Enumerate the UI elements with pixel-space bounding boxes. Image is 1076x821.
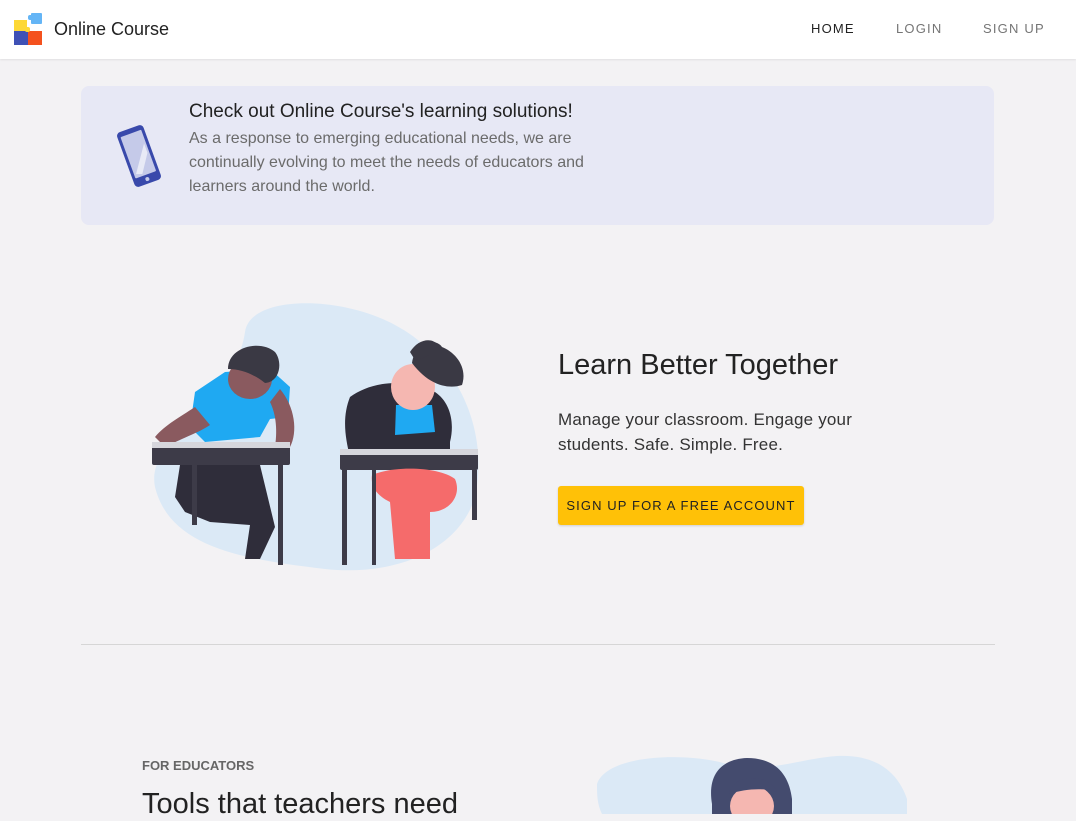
- puzzle-logo-icon: [14, 13, 42, 45]
- section-divider: [81, 644, 995, 645]
- brand-name: Online Course: [54, 18, 170, 39]
- promo-banner: Check out Online Course's learning solut…: [81, 86, 994, 225]
- phone-icon: [117, 125, 161, 187]
- section-eyebrow: FOR EDUCATORS: [142, 758, 255, 773]
- sign-up-free-account-button[interactable]: SIGN UP FOR A FREE ACCOUNT: [558, 486, 804, 525]
- nav-login[interactable]: LOGIN: [896, 21, 942, 36]
- nav-home[interactable]: HOME: [811, 21, 855, 36]
- students-illustration: [152, 303, 479, 571]
- promo-title: Check out Online Course's learning solut…: [189, 101, 573, 122]
- hero-text: Manage your classroom. Engage your stude…: [558, 410, 853, 454]
- promo-text: As a response to emerging educational ne…: [189, 130, 584, 195]
- brand[interactable]: Online Course: [13, 12, 169, 46]
- teacher-illustration: [597, 755, 907, 814]
- navbar: Online Course HOME LOGIN SIGN UP: [0, 0, 1076, 59]
- hero-title: Learn Better Together: [558, 349, 838, 381]
- nav-sign-up[interactable]: SIGN UP: [983, 21, 1045, 36]
